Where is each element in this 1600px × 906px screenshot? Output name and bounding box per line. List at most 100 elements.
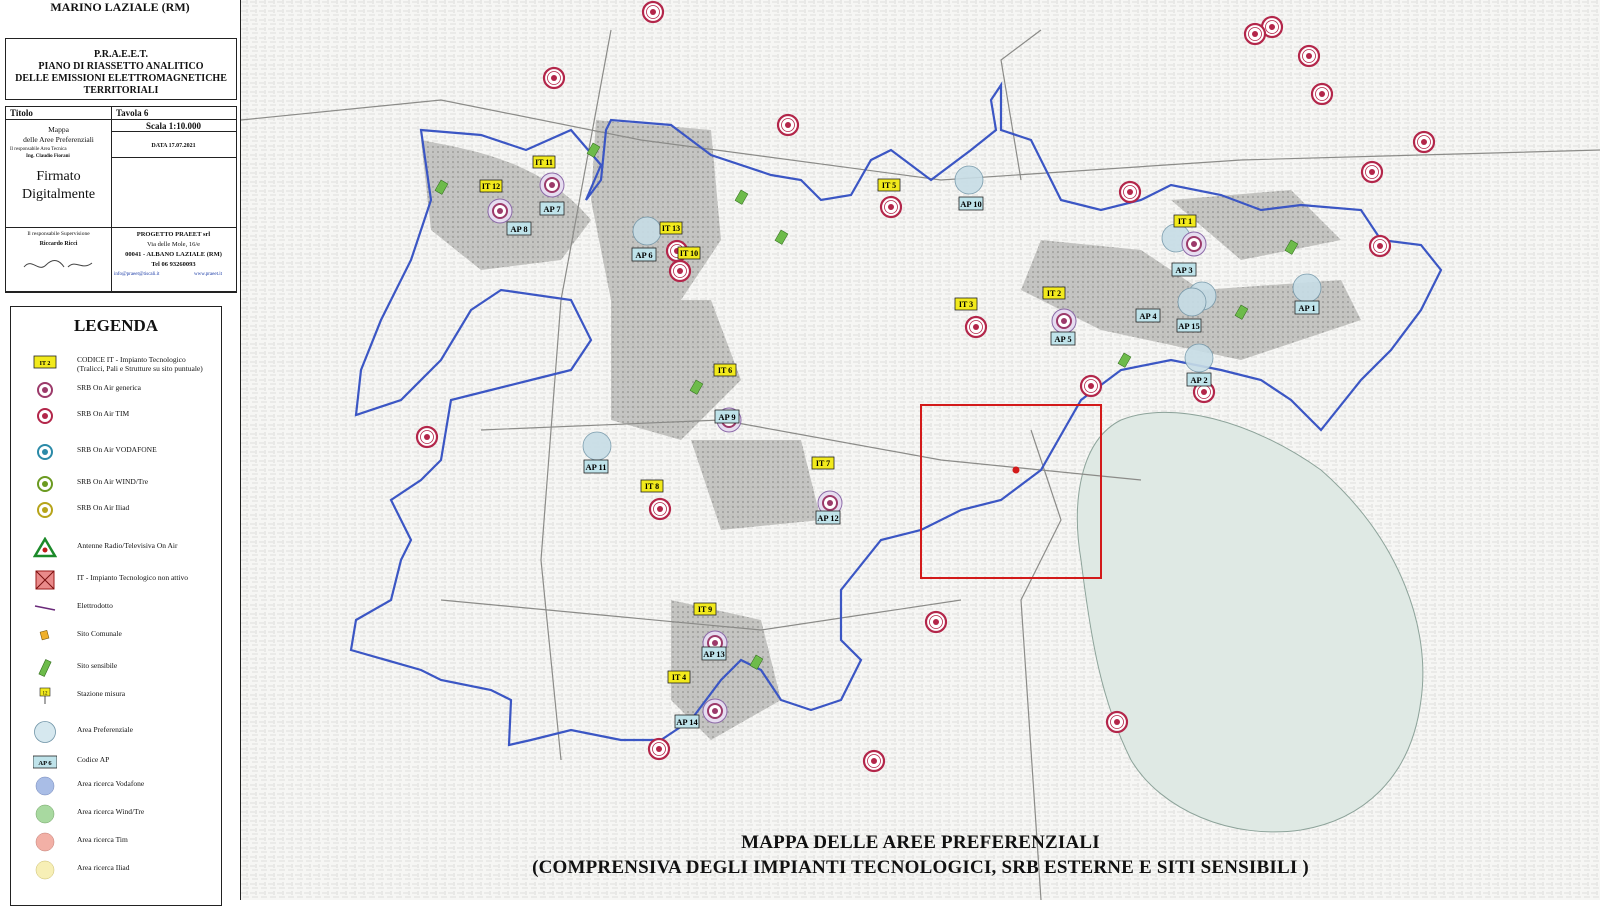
srb-generica-marker[interactable]: [1181, 231, 1207, 257]
legend-item-label: SRB On Air TIM: [77, 409, 130, 418]
map-svg[interactable]: IT 1 IT 2 IT 3 IT 4 IT 5 IT 6 IT 7 IT 8 IT 9 IT 1…: [240, 0, 1600, 901]
ap-label-ap-4[interactable]: AP 4: [1135, 308, 1161, 323]
srb-tim-marker[interactable]: [964, 315, 988, 339]
srb-tim-marker[interactable]: [1310, 82, 1334, 106]
legend-item-srb-vodafone: SRB On Air VODAFONE: [11, 441, 223, 463]
praeet-line1: PIANO DI RIASSETTO ANALITICO: [38, 61, 204, 72]
legend-item-label: Antenne Radio/Televisiva On Air: [77, 541, 178, 550]
srb-generica-marker[interactable]: [1051, 308, 1077, 334]
svg-text:IT 8: IT 8: [645, 482, 659, 491]
legend-item-label: Area ricerca Iliad: [77, 863, 130, 872]
srb-tim-marker[interactable]: [1368, 234, 1392, 258]
town-title: MARINO LAZIALE (RM): [50, 0, 190, 14]
ap-label-ap-5[interactable]: AP 5: [1050, 331, 1076, 346]
svg-text:AP 11: AP 11: [585, 462, 606, 472]
srb-tim-marker[interactable]: [1118, 180, 1142, 204]
ap-label-ap-13[interactable]: AP 13: [701, 646, 727, 661]
it-label-it-11[interactable]: IT 11: [532, 155, 556, 169]
svg-text:AP 3: AP 3: [1175, 265, 1192, 275]
legend-item-area-tim: Area ricerca Tim: [11, 831, 223, 853]
legend-item-area-iliad: Area ricerca Iliad: [11, 859, 223, 881]
svg-text:AP 14: AP 14: [676, 717, 698, 727]
srb-tim-marker[interactable]: [641, 0, 665, 24]
ap-label-ap-6[interactable]: AP 6: [631, 247, 657, 262]
preferential-area[interactable]: [954, 165, 984, 195]
legend-item-label: Area ricerca Vodafone: [77, 779, 145, 788]
legend-item-label: Area Preferenziale: [77, 725, 134, 734]
ap-label-ap-7[interactable]: AP 7: [539, 201, 565, 216]
srb-tim-marker[interactable]: [542, 66, 566, 90]
legend-item-ap-box: AP 6 Codice AP: [11, 751, 223, 773]
srb-generica-marker[interactable]: [487, 198, 513, 224]
srb-tim-marker[interactable]: [1243, 22, 1267, 46]
srb-generica-marker[interactable]: [539, 172, 565, 198]
srb-tim-marker[interactable]: [924, 610, 948, 634]
ap-label-ap-1[interactable]: AP 1: [1294, 300, 1320, 315]
map-canvas[interactable]: IT 1 IT 2 IT 3 IT 4 IT 5 IT 6 IT 7 IT 8 IT 9 IT 1…: [240, 0, 1600, 901]
company-email[interactable]: info@praeet@tiscali.it: [114, 272, 159, 277]
srb-tim-marker[interactable]: [1297, 44, 1321, 68]
it-label-it-13[interactable]: IT 13: [659, 221, 683, 235]
legend-item-srb-tim: SRB On Air TIM: [11, 405, 223, 427]
svg-text:IT 7: IT 7: [816, 459, 830, 468]
area-iliad-icon: [33, 859, 57, 881]
ap-label-ap-12[interactable]: AP 12: [815, 510, 841, 525]
srb-tim-icon: [33, 405, 57, 427]
ap-label-ap-10[interactable]: AP 10: [958, 196, 984, 211]
srb-generica-marker[interactable]: [702, 698, 728, 724]
srb-tim-marker[interactable]: [648, 497, 672, 521]
preferential-area[interactable]: [582, 431, 612, 461]
resp-name: Ing. Claudio Fiorani: [26, 154, 70, 159]
legend-item-sito-comunale: Sito Comunale: [11, 625, 223, 647]
srb-tim-marker[interactable]: [862, 749, 886, 773]
ap-label-ap-2[interactable]: AP 2: [1186, 372, 1212, 387]
srb-tim-marker[interactable]: [668, 259, 692, 283]
it-label-it-12[interactable]: IT 12: [479, 179, 503, 193]
preferential-area[interactable]: [632, 216, 662, 246]
it-label-it-3[interactable]: IT 3: [954, 297, 978, 311]
srb-tim-marker[interactable]: [1360, 160, 1384, 184]
srb-tim-marker[interactable]: [879, 195, 903, 219]
srb-tim-marker[interactable]: [1079, 374, 1103, 398]
srb-tim-marker[interactable]: [415, 425, 439, 449]
it-label-it-2[interactable]: IT 2: [1042, 286, 1066, 300]
map-subtitle: (COMPRENSIVA DEGLI IMPIANTI TECNOLOGICI,…: [532, 857, 1309, 878]
it-label-it-4[interactable]: IT 4: [667, 670, 691, 684]
srb-iliad-icon: [33, 499, 57, 521]
svg-text:IT 9: IT 9: [698, 605, 712, 614]
ap-label-ap-14[interactable]: AP 14: [674, 714, 700, 729]
company-address2: 00041 - ALBANO LAZIALE (RM): [125, 251, 222, 258]
srb-tim-marker[interactable]: [1105, 710, 1129, 734]
it-label-it-8[interactable]: IT 8: [640, 479, 664, 493]
srb-tim-marker[interactable]: [1412, 130, 1436, 154]
preferential-area[interactable]: [1184, 343, 1214, 373]
preferential-area[interactable]: [1292, 273, 1322, 303]
ap-label-ap-9[interactable]: AP 9: [714, 409, 740, 424]
it-label-it-10[interactable]: IT 10: [677, 246, 701, 260]
it-label-it-5[interactable]: IT 5: [877, 178, 901, 192]
it-label-it-7[interactable]: IT 7: [811, 456, 835, 470]
svg-text:AP 13: AP 13: [703, 649, 725, 659]
legend-item-area-wind: Area ricerca Wind/Tre: [11, 803, 223, 825]
srb-generica-icon: [33, 379, 57, 401]
svg-text:IT 2: IT 2: [1047, 289, 1061, 298]
it-label-it-6[interactable]: IT 6: [713, 363, 737, 377]
it-box-icon: IT 2: [33, 351, 57, 373]
area-wind-icon: [33, 803, 57, 825]
map-title: MAPPA DELLE AREE PREFERENZIALI: [741, 832, 1100, 853]
srb-tim-marker[interactable]: [776, 113, 800, 137]
elettrodotto-icon: [33, 597, 57, 619]
preferential-area[interactable]: [1177, 287, 1207, 317]
legend-panel: LEGENDA IT 2 CODICE IT - Impianto Tecnolo…: [10, 306, 222, 906]
it-label-it-1[interactable]: IT 1: [1173, 214, 1197, 228]
srb-tim-marker[interactable]: [647, 737, 671, 761]
company-web[interactable]: www.praeet.it: [194, 272, 222, 277]
ap-label-ap-15[interactable]: AP 15: [1176, 318, 1202, 333]
svg-text:AP 6: AP 6: [635, 250, 652, 260]
ap-label-ap-11[interactable]: AP 11: [583, 459, 609, 474]
it-label-it-9[interactable]: IT 9: [693, 602, 717, 616]
ap-label-ap-3[interactable]: AP 3: [1171, 262, 1197, 277]
ap-label-ap-8[interactable]: AP 8: [506, 221, 532, 236]
firmato-label: Firmato: [36, 169, 81, 184]
svg-text:IT 2: IT 2: [40, 361, 51, 367]
